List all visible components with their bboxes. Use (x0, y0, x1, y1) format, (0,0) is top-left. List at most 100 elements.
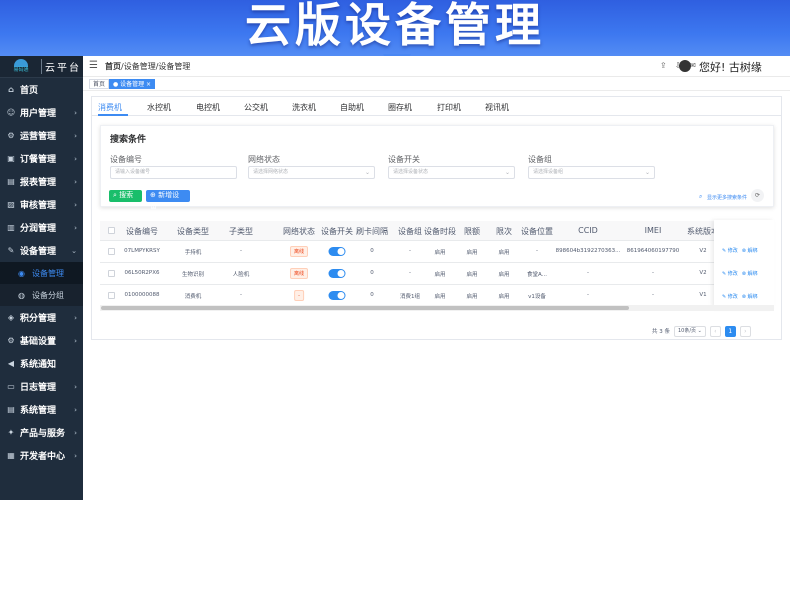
next-page-button[interactable]: › (739, 325, 751, 337)
row-checkbox[interactable] (108, 248, 115, 255)
table-scrollbar[interactable] (100, 305, 774, 311)
sidebar-item-label: 订餐管理 (20, 155, 57, 165)
tab-3[interactable]: 公交机 (244, 102, 268, 113)
refresh-search-icon[interactable]: ⟳ (751, 189, 764, 202)
tag-device-manage[interactable]: ● 设备管理 × (109, 79, 156, 89)
sidebar-subitem-label: 设备管理 (32, 268, 64, 278)
search-field-input-2[interactable]: 请选择设备状态 ⌄ (388, 166, 515, 179)
cart-icon: ▣ (7, 154, 15, 163)
cell-imei: - (652, 270, 654, 276)
tab-4[interactable]: 洗衣机 (292, 102, 316, 113)
sidebar-item-1[interactable]: ⚙ 基础设置 › (0, 329, 83, 352)
avatar[interactable] (679, 60, 691, 72)
prev-page-button[interactable]: ‹ (709, 325, 721, 337)
chevron-down-icon: ⌄ (364, 169, 370, 176)
unbind-link[interactable]: ⊗ 解绑 (742, 247, 758, 255)
device-switch-toggle[interactable] (328, 269, 346, 278)
chevron-down-icon: ⌄ (504, 169, 510, 176)
cog-icon: ⚙ (7, 131, 15, 140)
sidebar-item-6[interactable]: ▥ 分润管理 › (0, 216, 83, 239)
tab-5[interactable]: 自助机 (340, 102, 364, 113)
sidebar-item-2[interactable]: ⚙ 运营管理 › (0, 124, 83, 147)
device-switch-toggle[interactable] (328, 247, 346, 256)
sidebar-item-2[interactable]: ◀ 系统通知 (0, 352, 83, 375)
sidebar-item-label: 首页 (20, 86, 39, 96)
top-bar: ☰ 首页/设备管理/设备管理 ⇪ ⇩ ✉ 您好! 古树缘 (83, 56, 790, 77)
cell-ccid: 898604b3192270363... (555, 248, 621, 254)
sidebar-subitem-1[interactable]: ◍ 设备分组 (0, 284, 83, 306)
tab-7[interactable]: 打印机 (437, 102, 461, 113)
unbind-link[interactable]: ⊗ 解绑 (742, 270, 758, 278)
tab-2[interactable]: 电控机 (196, 102, 220, 113)
sidebar-item-0[interactable]: ⌂ 首页 (0, 78, 83, 101)
audit-icon: ▨ (7, 200, 15, 209)
row-checkbox[interactable] (108, 270, 115, 277)
sidebar-item-0[interactable]: ◈ 积分管理 › (0, 306, 83, 329)
advanced-search-link[interactable]: 显示更多搜索条件 (707, 194, 747, 201)
tab-1[interactable]: 水控机 (147, 102, 171, 113)
cell-period: 启用 (434, 272, 446, 278)
chevron-icon: › (74, 405, 77, 414)
edit-link[interactable]: ✎ 修改 (722, 270, 738, 278)
cell-period: 启用 (434, 294, 446, 300)
edit-link[interactable]: ✎ 修改 (722, 247, 738, 255)
cell-ccid: - (587, 292, 589, 298)
table-row[interactable]: 07LMPYKRSY 手持机 - 离线 0 - 启用 启用 启用 - 898604b31922703… (100, 241, 774, 263)
cell-subtype: - (240, 292, 242, 298)
home-icon: ⌂ (8, 85, 14, 94)
select-all-checkbox[interactable] (108, 227, 115, 234)
device-switch-toggle[interactable] (328, 291, 346, 300)
sidebar-item-label: 基础设置 (20, 337, 57, 347)
edit-link[interactable]: ✎ 修改 (722, 293, 738, 301)
sidebar: 易码通 云平台 ⌂ 首页 ☺ 用户管理 › ⚙ 运营管理 › ▣ 订餐管理 › ▤ 报表管理 › ▨ 审核管理… (0, 56, 83, 500)
cell-id: 06L50R2PX6 (124, 270, 160, 276)
column-header: 限额 (464, 227, 480, 236)
row-checkbox[interactable] (108, 292, 115, 299)
tags-bar: 首页 ● 设备管理 × (83, 77, 790, 91)
chevron-icon: › (74, 200, 77, 209)
actions-column: ✎ 修改 ⊗ 解绑 ✎ 修改 ⊗ 解绑 ✎ 修改 ⊗ 解绑 (714, 220, 774, 308)
table-row[interactable]: 0100000088 消费机 - - 0 消费1组 启用 启用 启用 v1设备 - - V1 (100, 285, 774, 307)
cell-group: - (409, 270, 411, 276)
sidebar-item-5[interactable]: ✦ 产品与服务 › (0, 421, 83, 444)
page-size-select[interactable]: 10条/页 ⌄ (674, 325, 706, 337)
chevron-icon: › (74, 108, 77, 117)
upload-icon[interactable]: ⇪ (660, 61, 667, 70)
unbind-link[interactable]: ⊗ 解绑 (742, 293, 758, 301)
tab-6[interactable]: 圈存机 (388, 102, 412, 113)
sidebar-subitem-0[interactable]: ◉ 设备管理 (0, 262, 83, 284)
table-row[interactable]: 06L50R2PX6 生物识别 人脸机 离线 0 - 启用 启用 启用 食堂A... - - V2 (100, 263, 774, 285)
sidebar-item-4[interactable]: ▤ 报表管理 › (0, 170, 83, 193)
menu-toggle-icon[interactable]: ☰ (89, 60, 98, 71)
search-field-label: 网络状态 (248, 155, 280, 164)
search-field-input-0[interactable]: 请输入设备编号 (110, 166, 237, 179)
search-button[interactable]: ⌕ 搜索 (109, 190, 142, 202)
cell-times: 启用 (498, 272, 510, 278)
sidebar-item-1[interactable]: ☺ 用户管理 › (0, 101, 83, 124)
search-field-label: 设备编号 (110, 155, 142, 164)
sidebar-item-5[interactable]: ▨ 审核管理 › (0, 193, 83, 216)
sidebar-item-6[interactable]: ▦ 开发者中心 › (0, 444, 83, 467)
search-field-input-3[interactable]: 请选择设备组 ⌄ (528, 166, 655, 179)
cell-version: V2 (699, 270, 707, 276)
platform-title: 云平台 (41, 59, 81, 74)
sidebar-item-3[interactable]: ▭ 日志管理 › (0, 375, 83, 398)
tab-0[interactable]: 消费机 (98, 102, 122, 113)
breadcrumb: 首页/设备管理/设备管理 (105, 61, 190, 72)
row-actions: ✎ 修改 ⊗ 解绑 (722, 270, 758, 278)
tag-home[interactable]: 首页 (89, 79, 110, 89)
current-page[interactable]: 1 (724, 325, 736, 337)
column-header: 网络状态 (283, 227, 315, 236)
sidebar-item-3[interactable]: ▣ 订餐管理 › (0, 147, 83, 170)
tab-8[interactable]: 视讯机 (485, 102, 509, 113)
search-field-input-1[interactable]: 请选择网络状态 ⌄ (248, 166, 375, 179)
user-greeting[interactable]: 您好! 古树缘 (699, 59, 762, 75)
add-device-button[interactable]: ⊕ 新增设备 (146, 190, 190, 210)
column-header: 设备时段 (424, 227, 456, 236)
sidebar-item-label: 日志管理 (20, 383, 57, 393)
sidebar-item-7[interactable]: ✎ 设备管理 ⌄ (0, 239, 83, 262)
breadcrumb-home[interactable]: 首页 (105, 62, 121, 71)
sidebar-item-4[interactable]: ▤ 系统管理 › (0, 398, 83, 421)
scrollbar-thumb[interactable] (101, 306, 629, 310)
row-actions: ✎ 修改 ⊗ 解绑 (722, 247, 758, 255)
